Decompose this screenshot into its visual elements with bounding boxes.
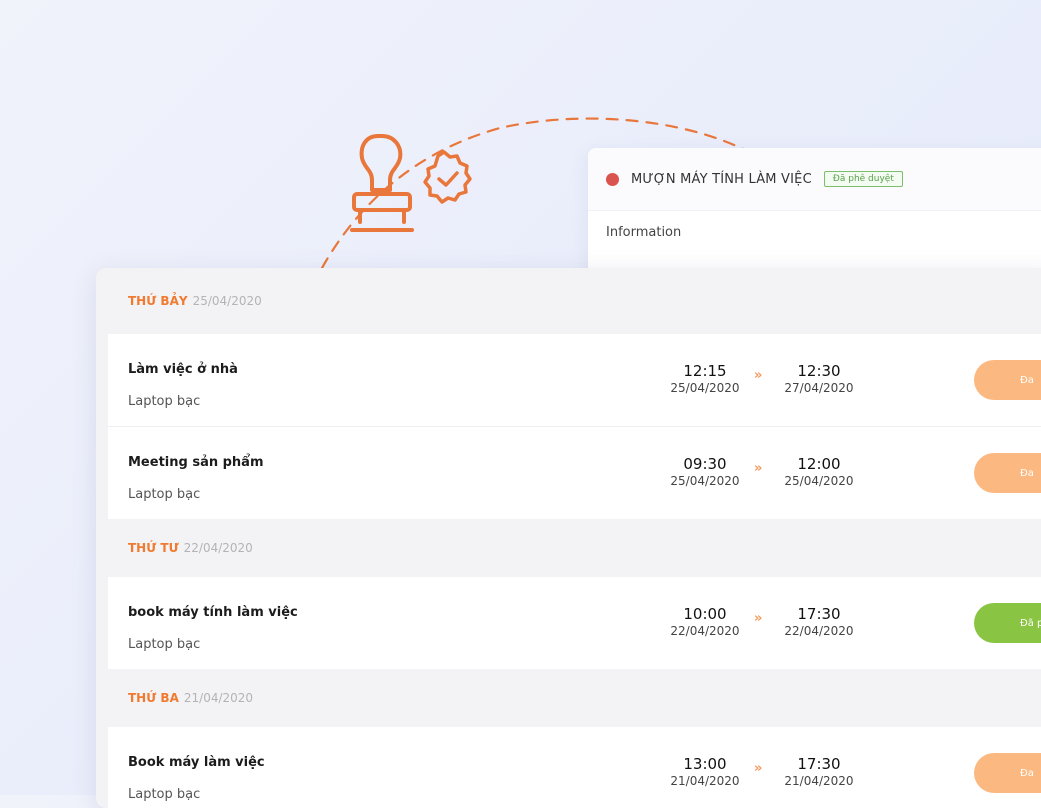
end-date: 22/04/2020 [784, 624, 854, 638]
arrow-right-icon: » [754, 461, 763, 476]
end-time: 12:00 [797, 455, 841, 473]
start-time-block: 10:00 22/04/2020 [660, 605, 750, 639]
end-date: 27/04/2020 [784, 381, 854, 395]
end-date: 25/04/2020 [784, 474, 854, 488]
start-date: 25/04/2020 [670, 381, 740, 395]
event-device: Laptop bạc [128, 637, 201, 652]
day-header-saturday: THỨ BẢY 25/04/2020 [96, 268, 1041, 334]
day-header-tuesday: THỨ BA 21/04/2020 [96, 669, 1041, 727]
status-dot [606, 172, 619, 186]
status-button[interactable]: Đa [974, 753, 1041, 793]
arrow-right-icon: » [754, 368, 763, 383]
end-time-block: 17:30 22/04/2020 [774, 605, 864, 639]
day-name: THỨ BA [128, 691, 179, 705]
end-date: 21/04/2020 [784, 774, 854, 788]
day-header-wednesday: THỨ TƯ 22/04/2020 [96, 519, 1041, 577]
start-date: 21/04/2020 [670, 774, 740, 788]
arrow-right-icon: » [754, 611, 763, 626]
end-time-block: 12:00 25/04/2020 [774, 455, 864, 489]
start-time: 10:00 [683, 605, 727, 623]
day-name: THỨ TƯ [128, 541, 179, 555]
event-row[interactable]: Book máy làm việc Laptop bạc 13:00 21/04… [108, 727, 1041, 808]
event-title: Book máy làm việc [128, 755, 265, 770]
event-title: Meeting sản phẩm [128, 455, 264, 470]
approved-badge-icon [423, 150, 472, 204]
start-time-block: 12:15 25/04/2020 [660, 362, 750, 396]
end-time-block: 12:30 27/04/2020 [774, 362, 864, 396]
status-button[interactable]: Đa [974, 360, 1041, 400]
stamp-icon [350, 134, 414, 232]
start-time-block: 13:00 21/04/2020 [660, 755, 750, 789]
request-detail-header: MƯỢN MÁY TÍNH LÀM VIỆC Đã phê duyệt [588, 148, 1041, 211]
event-row[interactable]: Làm việc ở nhà Laptop bạc 12:15 25/04/20… [108, 334, 1041, 426]
event-row[interactable]: Meeting sản phẩm Laptop bạc 09:30 25/04/… [108, 426, 1041, 519]
end-time-block: 17:30 21/04/2020 [774, 755, 864, 789]
stamp-approval-illustration [350, 134, 472, 232]
status-button[interactable]: Đã p [974, 603, 1041, 643]
event-title: Làm việc ở nhà [128, 362, 238, 377]
day-date: 25/04/2020 [192, 294, 262, 308]
start-time: 13:00 [683, 755, 727, 773]
start-date: 25/04/2020 [670, 474, 740, 488]
event-device: Laptop bạc [128, 394, 201, 409]
status-button[interactable]: Đa [974, 453, 1041, 493]
end-time: 17:30 [797, 755, 841, 773]
start-time-block: 09:30 25/04/2020 [660, 455, 750, 489]
day-date: 21/04/2020 [183, 691, 254, 705]
end-time: 17:30 [797, 605, 841, 623]
approved-status-badge: Đã phê duyệt [823, 171, 903, 187]
event-title: book máy tính làm việc [128, 605, 298, 620]
start-date: 22/04/2020 [670, 624, 740, 638]
event-device: Laptop bạc [128, 487, 201, 502]
request-title: MƯỢN MÁY TÍNH LÀM VIỆC [631, 171, 812, 187]
information-heading: Information [606, 225, 682, 240]
start-time: 12:15 [683, 362, 727, 380]
schedule-list-card: THỨ BẢY 25/04/2020 Làm việc ở nhà Laptop… [96, 268, 1041, 808]
event-row[interactable]: book máy tính làm việc Laptop bạc 10:00 … [108, 577, 1041, 669]
end-time: 12:30 [797, 362, 841, 380]
arrow-right-icon: » [754, 761, 763, 776]
start-time: 09:30 [683, 455, 727, 473]
day-date: 22/04/2020 [183, 541, 253, 555]
day-name: THỨ BẢY [128, 294, 188, 308]
